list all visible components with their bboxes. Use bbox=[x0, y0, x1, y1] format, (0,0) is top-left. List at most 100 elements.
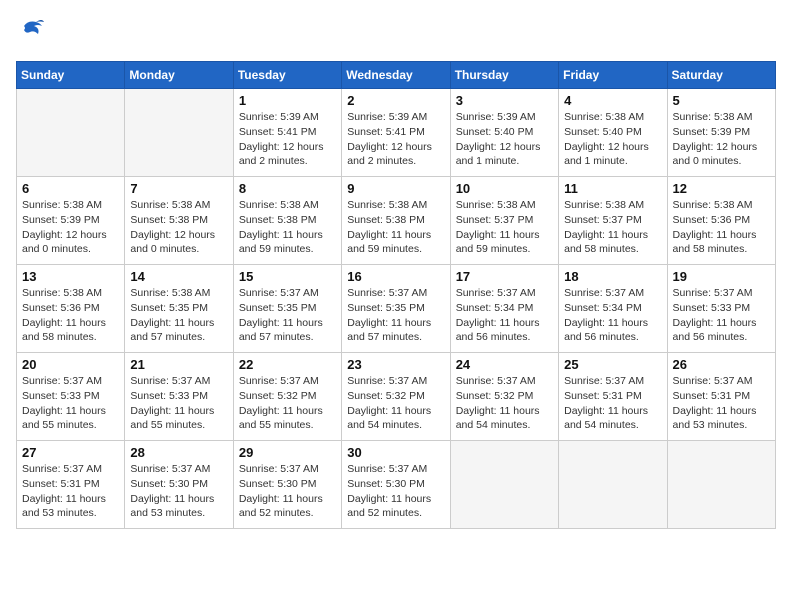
calendar-cell: 8Sunrise: 5:38 AM Sunset: 5:38 PM Daylig… bbox=[233, 177, 341, 265]
logo bbox=[16, 16, 46, 49]
bird-icon bbox=[18, 16, 46, 44]
day-info: Sunrise: 5:37 AM Sunset: 5:34 PM Dayligh… bbox=[564, 286, 661, 345]
weekday-wednesday: Wednesday bbox=[342, 62, 450, 89]
weekday-friday: Friday bbox=[559, 62, 667, 89]
day-info: Sunrise: 5:38 AM Sunset: 5:39 PM Dayligh… bbox=[22, 198, 119, 257]
calendar-cell: 17Sunrise: 5:37 AM Sunset: 5:34 PM Dayli… bbox=[450, 265, 558, 353]
day-number: 2 bbox=[347, 93, 444, 108]
day-number: 13 bbox=[22, 269, 119, 284]
day-info: Sunrise: 5:37 AM Sunset: 5:35 PM Dayligh… bbox=[239, 286, 336, 345]
day-info: Sunrise: 5:38 AM Sunset: 5:38 PM Dayligh… bbox=[347, 198, 444, 257]
day-info: Sunrise: 5:38 AM Sunset: 5:39 PM Dayligh… bbox=[673, 110, 770, 169]
calendar-cell: 12 Sunrise: 5:38 AM Sunset: 5:36 PM Dayli… bbox=[667, 177, 775, 265]
day-info: Sunrise: 5:37 AM Sunset: 5:35 PM Dayligh… bbox=[347, 286, 444, 345]
week-row-3: 13 Sunrise: 5:38 AM Sunset: 5:36 PM Dayli… bbox=[17, 265, 776, 353]
day-info: Sunrise: 5:39 AM Sunset: 5:41 PM Dayligh… bbox=[347, 110, 444, 169]
day-info: Sunrise: 5:38 AM Sunset: 5:36 PM Dayligh… bbox=[673, 198, 770, 257]
week-row-1: 1 Sunrise: 5:39 AM Sunset: 5:41 PM Daylig… bbox=[17, 89, 776, 177]
day-number: 19 bbox=[673, 269, 770, 284]
day-number: 27 bbox=[22, 445, 119, 460]
day-info: Sunrise: 5:37 AM Sunset: 5:32 PM Dayligh… bbox=[456, 374, 553, 433]
weekday-sunday: Sunday bbox=[17, 62, 125, 89]
day-info: Sunrise: 5:38 AM Sunset: 5:37 PM Dayligh… bbox=[564, 198, 661, 257]
day-number: 3 bbox=[456, 93, 553, 108]
calendar-cell: 21 Sunrise: 5:37 AM Sunset: 5:33 PM Dayli… bbox=[125, 353, 233, 441]
day-number: 17 bbox=[456, 269, 553, 284]
calendar-cell: 22 Sunrise: 5:37 AM Sunset: 5:32 PM Dayli… bbox=[233, 353, 341, 441]
calendar-cell: 7Sunrise: 5:38 AM Sunset: 5:38 PM Daylig… bbox=[125, 177, 233, 265]
calendar-cell: 14 Sunrise: 5:38 AM Sunset: 5:35 PM Dayli… bbox=[125, 265, 233, 353]
logo-text bbox=[16, 16, 46, 49]
calendar-table: SundayMondayTuesdayWednesdayThursdayFrid… bbox=[16, 61, 776, 529]
day-number: 14 bbox=[130, 269, 227, 284]
day-info: Sunrise: 5:37 AM Sunset: 5:32 PM Dayligh… bbox=[347, 374, 444, 433]
calendar-cell: 13 Sunrise: 5:38 AM Sunset: 5:36 PM Dayli… bbox=[17, 265, 125, 353]
day-info: Sunrise: 5:37 AM Sunset: 5:33 PM Dayligh… bbox=[673, 286, 770, 345]
day-info: Sunrise: 5:37 AM Sunset: 5:33 PM Dayligh… bbox=[130, 374, 227, 433]
day-number: 22 bbox=[239, 357, 336, 372]
calendar-cell: 15 Sunrise: 5:37 AM Sunset: 5:35 PM Dayli… bbox=[233, 265, 341, 353]
day-info: Sunrise: 5:37 AM Sunset: 5:31 PM Dayligh… bbox=[673, 374, 770, 433]
day-number: 18 bbox=[564, 269, 661, 284]
day-info: Sunrise: 5:38 AM Sunset: 5:35 PM Dayligh… bbox=[130, 286, 227, 345]
calendar-cell bbox=[125, 89, 233, 177]
calendar-cell: 18 Sunrise: 5:37 AM Sunset: 5:34 PM Dayli… bbox=[559, 265, 667, 353]
calendar-cell bbox=[450, 441, 558, 529]
day-info: Sunrise: 5:37 AM Sunset: 5:30 PM Dayligh… bbox=[239, 462, 336, 521]
calendar-cell: 5Sunrise: 5:38 AM Sunset: 5:39 PM Daylig… bbox=[667, 89, 775, 177]
day-info: Sunrise: 5:37 AM Sunset: 5:33 PM Dayligh… bbox=[22, 374, 119, 433]
day-number: 28 bbox=[130, 445, 227, 460]
day-info: Sunrise: 5:39 AM Sunset: 5:41 PM Dayligh… bbox=[239, 110, 336, 169]
day-number: 4 bbox=[564, 93, 661, 108]
day-number: 1 bbox=[239, 93, 336, 108]
day-number: 21 bbox=[130, 357, 227, 372]
calendar-cell: 20Sunrise: 5:37 AM Sunset: 5:33 PM Dayli… bbox=[17, 353, 125, 441]
day-number: 25 bbox=[564, 357, 661, 372]
day-number: 6 bbox=[22, 181, 119, 196]
calendar-cell: 19 Sunrise: 5:37 AM Sunset: 5:33 PM Dayli… bbox=[667, 265, 775, 353]
weekday-tuesday: Tuesday bbox=[233, 62, 341, 89]
calendar-cell: 24 Sunrise: 5:37 AM Sunset: 5:32 PM Dayli… bbox=[450, 353, 558, 441]
day-number: 24 bbox=[456, 357, 553, 372]
calendar-cell: 23 Sunrise: 5:37 AM Sunset: 5:32 PM Dayli… bbox=[342, 353, 450, 441]
calendar-cell: 26 Sunrise: 5:37 AM Sunset: 5:31 PM Dayli… bbox=[667, 353, 775, 441]
day-number: 26 bbox=[673, 357, 770, 372]
week-row-2: 6 Sunrise: 5:38 AM Sunset: 5:39 PM Daylig… bbox=[17, 177, 776, 265]
calendar-cell bbox=[17, 89, 125, 177]
page-header bbox=[16, 16, 776, 49]
calendar-cell: 16 Sunrise: 5:37 AM Sunset: 5:35 PM Dayli… bbox=[342, 265, 450, 353]
calendar-cell: 27Sunrise: 5:37 AM Sunset: 5:31 PM Dayli… bbox=[17, 441, 125, 529]
calendar-cell: 3 Sunrise: 5:39 AM Sunset: 5:40 PM Daylig… bbox=[450, 89, 558, 177]
day-number: 12 bbox=[673, 181, 770, 196]
day-info: Sunrise: 5:37 AM Sunset: 5:32 PM Dayligh… bbox=[239, 374, 336, 433]
day-info: Sunrise: 5:39 AM Sunset: 5:40 PM Dayligh… bbox=[456, 110, 553, 169]
calendar-cell: 4 Sunrise: 5:38 AM Sunset: 5:40 PM Daylig… bbox=[559, 89, 667, 177]
day-number: 30 bbox=[347, 445, 444, 460]
day-info: Sunrise: 5:37 AM Sunset: 5:30 PM Dayligh… bbox=[130, 462, 227, 521]
calendar-cell: 11Sunrise: 5:38 AM Sunset: 5:37 PM Dayli… bbox=[559, 177, 667, 265]
day-info: Sunrise: 5:38 AM Sunset: 5:38 PM Dayligh… bbox=[130, 198, 227, 257]
calendar-cell: 29Sunrise: 5:37 AM Sunset: 5:30 PM Dayli… bbox=[233, 441, 341, 529]
week-row-4: 20Sunrise: 5:37 AM Sunset: 5:33 PM Dayli… bbox=[17, 353, 776, 441]
day-number: 15 bbox=[239, 269, 336, 284]
weekday-thursday: Thursday bbox=[450, 62, 558, 89]
calendar-cell: 28 Sunrise: 5:37 AM Sunset: 5:30 PM Dayli… bbox=[125, 441, 233, 529]
calendar-cell: 25 Sunrise: 5:37 AM Sunset: 5:31 PM Dayli… bbox=[559, 353, 667, 441]
day-info: Sunrise: 5:38 AM Sunset: 5:36 PM Dayligh… bbox=[22, 286, 119, 345]
calendar-cell: 9Sunrise: 5:38 AM Sunset: 5:38 PM Daylig… bbox=[342, 177, 450, 265]
weekday-monday: Monday bbox=[125, 62, 233, 89]
day-info: Sunrise: 5:38 AM Sunset: 5:40 PM Dayligh… bbox=[564, 110, 661, 169]
calendar-cell: 6 Sunrise: 5:38 AM Sunset: 5:39 PM Daylig… bbox=[17, 177, 125, 265]
day-info: Sunrise: 5:37 AM Sunset: 5:31 PM Dayligh… bbox=[564, 374, 661, 433]
week-row-5: 27Sunrise: 5:37 AM Sunset: 5:31 PM Dayli… bbox=[17, 441, 776, 529]
calendar-cell: 10 Sunrise: 5:38 AM Sunset: 5:37 PM Dayli… bbox=[450, 177, 558, 265]
day-number: 8 bbox=[239, 181, 336, 196]
day-info: Sunrise: 5:38 AM Sunset: 5:37 PM Dayligh… bbox=[456, 198, 553, 257]
calendar-cell bbox=[559, 441, 667, 529]
weekday-saturday: Saturday bbox=[667, 62, 775, 89]
day-info: Sunrise: 5:37 AM Sunset: 5:30 PM Dayligh… bbox=[347, 462, 444, 521]
calendar-cell: 30 Sunrise: 5:37 AM Sunset: 5:30 PM Dayli… bbox=[342, 441, 450, 529]
day-number: 10 bbox=[456, 181, 553, 196]
day-number: 16 bbox=[347, 269, 444, 284]
day-number: 23 bbox=[347, 357, 444, 372]
